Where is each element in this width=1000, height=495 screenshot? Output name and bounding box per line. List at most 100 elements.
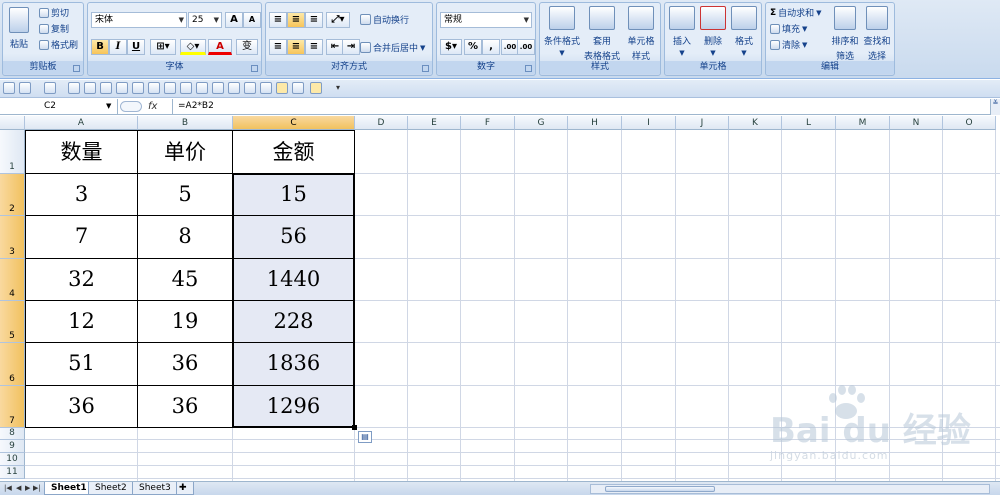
- column-header-i[interactable]: I: [622, 116, 676, 130]
- data-cell[interactable]: 12: [25, 301, 138, 343]
- align-middle-button[interactable]: ≡: [287, 12, 305, 28]
- column-header-m[interactable]: M: [836, 116, 890, 130]
- row-header-9[interactable]: 9: [0, 440, 25, 453]
- row-header-3[interactable]: 3: [0, 216, 25, 259]
- italic-button[interactable]: I: [109, 39, 127, 55]
- row-header-4[interactable]: 4: [0, 259, 25, 301]
- row-header-11[interactable]: 11: [0, 466, 25, 479]
- undo-icon[interactable]: [19, 82, 31, 94]
- camera-icon[interactable]: [116, 82, 128, 94]
- data-cell[interactable]: 5: [138, 174, 233, 216]
- column-header-g[interactable]: G: [515, 116, 568, 130]
- tab-sheet3[interactable]: Sheet3: [132, 482, 178, 495]
- font-size-combo[interactable]: 25 ▼: [188, 12, 222, 28]
- data-cell[interactable]: 15: [233, 174, 355, 216]
- header-cell[interactable]: 金额: [233, 130, 355, 174]
- underline-button[interactable]: U: [127, 39, 145, 55]
- spelling-icon[interactable]: [84, 82, 96, 94]
- sort-asc-icon[interactable]: [100, 82, 112, 94]
- grow-font-button[interactable]: A: [225, 12, 243, 28]
- data-cell[interactable]: 19: [138, 301, 233, 343]
- prev-sheet-icon[interactable]: ◀: [16, 484, 21, 492]
- save-icon[interactable]: [3, 82, 15, 94]
- print-preview-icon[interactable]: [68, 82, 80, 94]
- dialog-launcher-icon[interactable]: [525, 65, 532, 72]
- column-header-l[interactable]: L: [782, 116, 836, 130]
- column-header-k[interactable]: K: [729, 116, 782, 130]
- cut-button[interactable]: 剪切: [39, 6, 69, 19]
- refresh-icon[interactable]: [196, 82, 208, 94]
- header-cell[interactable]: 单价: [138, 130, 233, 174]
- last-sheet-icon[interactable]: ▶|: [33, 484, 41, 492]
- row-header-10[interactable]: 10: [0, 453, 25, 466]
- column-header-j[interactable]: J: [676, 116, 729, 130]
- insert-button[interactable]: 插入 ▼: [667, 6, 697, 57]
- customize-icon[interactable]: [310, 82, 322, 94]
- next-sheet-icon[interactable]: ▶: [25, 484, 30, 492]
- split-icon[interactable]: [292, 82, 304, 94]
- paste-button[interactable]: 粘贴: [7, 7, 31, 50]
- column-header-b[interactable]: B: [138, 116, 233, 130]
- currency-button[interactable]: $▾: [440, 39, 462, 55]
- data-cell[interactable]: 56: [233, 216, 355, 259]
- number-format-combo[interactable]: 常规 ▼: [440, 12, 532, 28]
- bold-button[interactable]: B: [91, 39, 109, 55]
- column-header-f[interactable]: F: [461, 116, 515, 130]
- clear-button[interactable]: 清除 ▼: [770, 38, 807, 51]
- data-cell[interactable]: 36: [25, 386, 138, 428]
- column-header-e[interactable]: E: [408, 116, 461, 130]
- wrap-text-button[interactable]: 自动换行: [360, 13, 409, 26]
- decrease-decimal-button[interactable]: .00: [517, 39, 535, 55]
- format-button[interactable]: 格式 ▼: [729, 6, 759, 57]
- table-icon[interactable]: [148, 82, 160, 94]
- tab-sheet1[interactable]: Sheet1: [44, 482, 94, 495]
- find-select-button[interactable]: 查找和 选择: [862, 6, 892, 62]
- column-header-h[interactable]: H: [568, 116, 622, 130]
- formula-input[interactable]: =A2*B2: [178, 99, 214, 114]
- row-header-2[interactable]: 2: [0, 174, 25, 216]
- horizontal-scrollbar[interactable]: [590, 484, 990, 494]
- header-cell[interactable]: 数量: [25, 130, 138, 174]
- data-cell[interactable]: 1440: [233, 259, 355, 301]
- data-cell[interactable]: 228: [233, 301, 355, 343]
- fill-handle[interactable]: [352, 425, 357, 430]
- tab-sheet2[interactable]: Sheet2: [88, 482, 134, 495]
- expand-icon[interactable]: [120, 101, 142, 112]
- column-header-c[interactable]: C: [233, 116, 355, 130]
- data-cell[interactable]: 32: [25, 259, 138, 301]
- align-center-button[interactable]: ≡: [287, 39, 305, 55]
- column-header-n[interactable]: N: [890, 116, 943, 130]
- increase-indent-button[interactable]: ⇥: [342, 39, 360, 55]
- delete-button[interactable]: 删除 ▼: [698, 6, 728, 57]
- name-box[interactable]: C2 ▼: [0, 99, 118, 114]
- insert-sheet-button[interactable]: ✚: [176, 482, 194, 495]
- data-cell[interactable]: 7: [25, 216, 138, 259]
- row-header-5[interactable]: 5: [0, 301, 25, 343]
- borders-button[interactable]: ⊞▾: [150, 39, 176, 55]
- chevron-down-icon[interactable]: ▾: [336, 83, 340, 92]
- format-as-table-button[interactable]: 套用 表格格式: [582, 6, 622, 62]
- hyperlink-icon[interactable]: [244, 82, 256, 94]
- data-cell[interactable]: 8: [138, 216, 233, 259]
- fill-color-button[interactable]: ◇▾: [180, 39, 206, 55]
- comma-button[interactable]: ,: [482, 39, 500, 55]
- format-painter-button[interactable]: 格式刷: [39, 38, 78, 51]
- data-cell[interactable]: 36: [138, 343, 233, 386]
- scrollbar-thumb[interactable]: [605, 486, 715, 492]
- percent-button[interactable]: %: [464, 39, 482, 55]
- data-cell[interactable]: 1836: [233, 343, 355, 386]
- dialog-launcher-icon[interactable]: [73, 65, 80, 72]
- row-header-1[interactable]: 1: [0, 130, 25, 174]
- align-bottom-button[interactable]: ≡: [305, 12, 323, 28]
- data-cell[interactable]: 51: [25, 343, 138, 386]
- sort-filter-button[interactable]: 排序和 筛选: [830, 6, 860, 62]
- fill-button[interactable]: 填充 ▼: [770, 22, 807, 35]
- freeze-icon[interactable]: [260, 82, 272, 94]
- merge-center-button[interactable]: 合并后居中 ▼: [360, 41, 425, 54]
- row-header-7[interactable]: 7: [0, 386, 25, 428]
- row-header-6[interactable]: 6: [0, 343, 25, 386]
- column-header-a[interactable]: A: [25, 116, 138, 130]
- autosum-button[interactable]: Σ 自动求和 ▼: [770, 6, 822, 20]
- redo-icon[interactable]: [44, 82, 56, 94]
- formula-expand-button[interactable]: ≚: [990, 99, 1000, 115]
